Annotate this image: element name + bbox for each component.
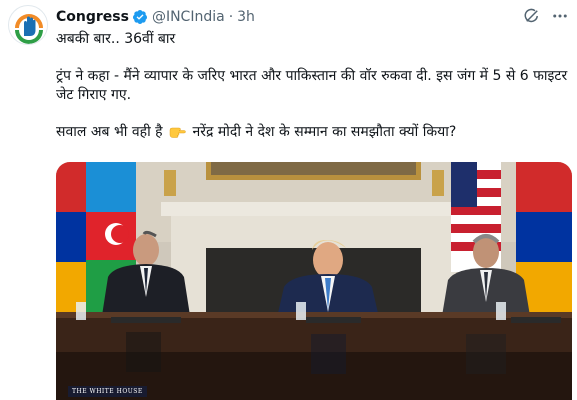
tweet-line-3-end: नरेंद्र मोदी ने देश के सम्मान का समझौता … (192, 124, 457, 140)
tweet[interactable]: Congress @INCIndia · 3h अबकी बार.. 36वीं… (0, 0, 577, 400)
tweet-line-3-start: सवाल अब भी वही है (56, 124, 163, 140)
tweet-line-1: अबकी बार.. 36वीं बार (56, 31, 176, 47)
tweet-line-3: सवाल अब भी वही है नरेंद्र मोदी ने देश के… (56, 123, 572, 142)
congress-hand-logo-icon (10, 7, 47, 44)
avatar[interactable] (8, 5, 48, 45)
tweet-header: Congress @INCIndia · 3h (56, 7, 569, 27)
tweet-text: अबकी बार.. 36वीं बार ट्रंप ने कहा - मैंन… (56, 30, 572, 142)
header-actions (523, 7, 569, 25)
verified-badge-icon (132, 10, 147, 24)
tweet-line-2: ट्रंप ने कहा - मैंने व्यापार के जरिए भार… (56, 68, 568, 103)
separator-dot: · (228, 9, 234, 25)
tweet-time[interactable]: 3h (237, 9, 255, 25)
grok-icon[interactable] (523, 7, 541, 25)
pointing-hand-icon (169, 127, 186, 138)
tweet-image[interactable]: THE WHITE HOUSE (56, 162, 572, 400)
author-handle[interactable]: @INCIndia (152, 9, 225, 25)
media-watermark: THE WHITE HOUSE (68, 386, 147, 397)
author-name[interactable]: Congress (56, 9, 129, 25)
meeting-photo (56, 162, 572, 400)
more-options-icon[interactable] (551, 7, 569, 25)
